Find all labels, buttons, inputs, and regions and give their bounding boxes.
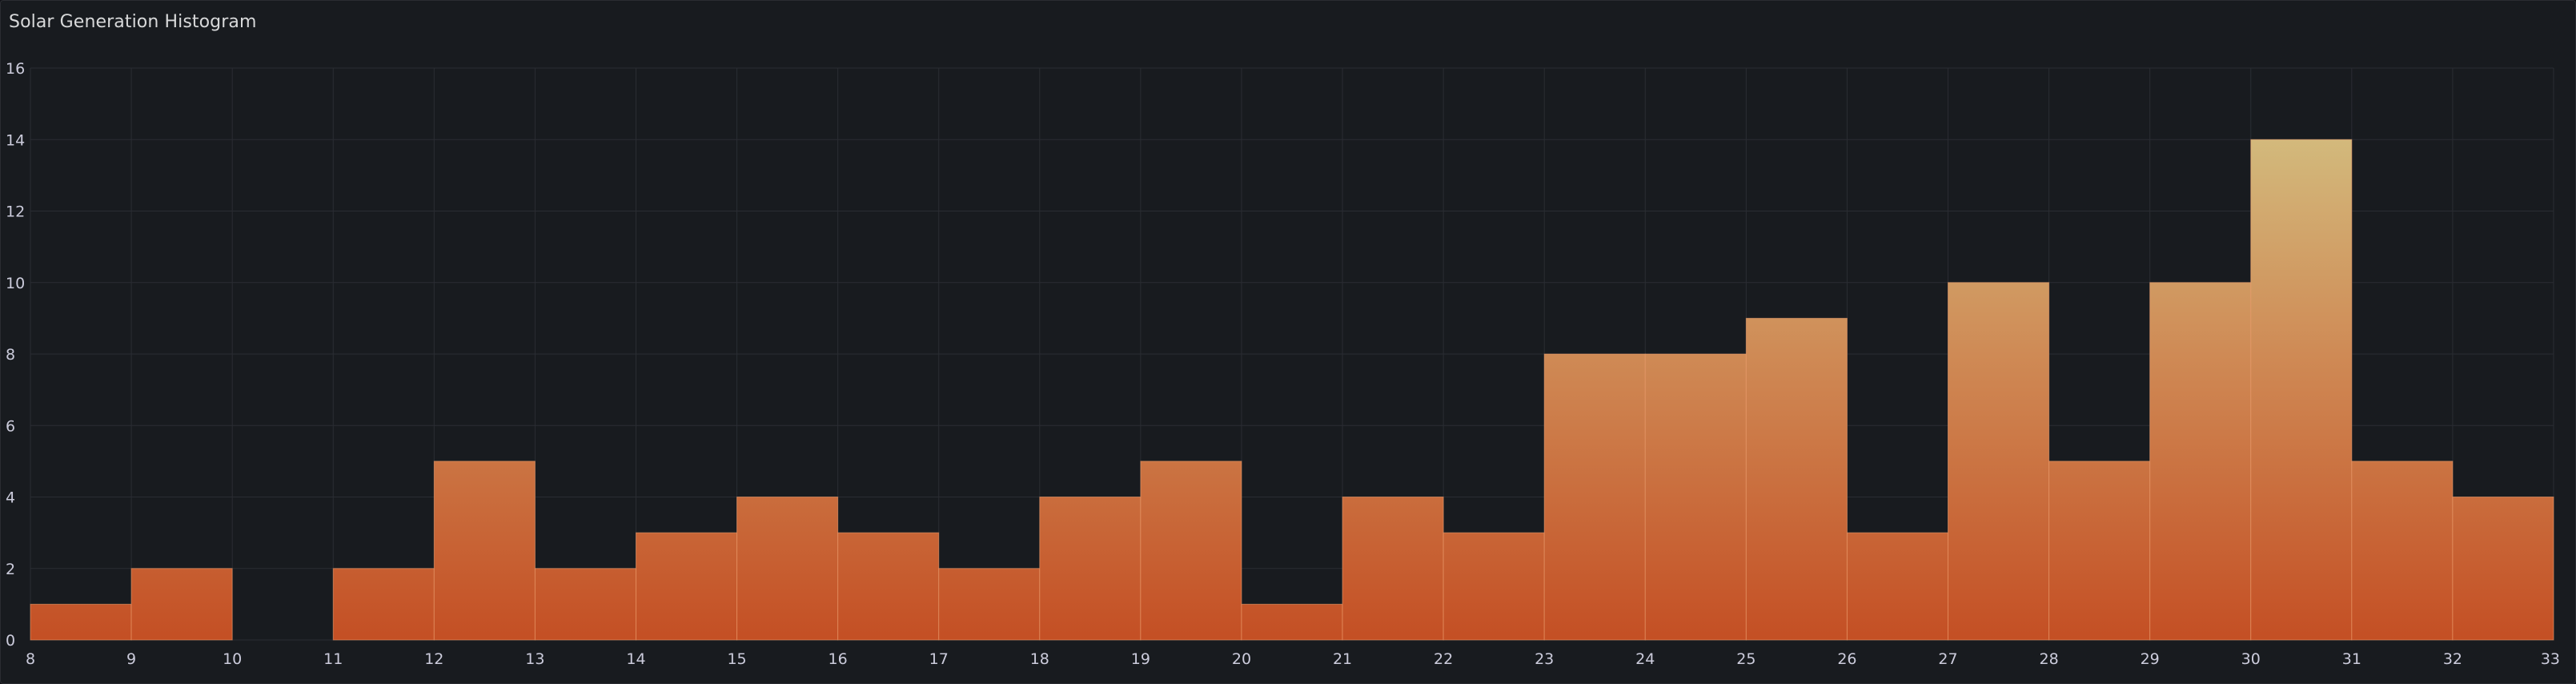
- y-tick-label: 4: [6, 489, 15, 507]
- x-tick-label: 15: [727, 650, 746, 668]
- histogram-bar[interactable]: [1846, 532, 1949, 641]
- y-tick-label: 10: [6, 275, 25, 292]
- x-tick-label: 30: [2241, 650, 2261, 668]
- histogram-bar[interactable]: [1745, 317, 1848, 641]
- histogram-bar[interactable]: [1948, 282, 2050, 641]
- y-tick-label: 16: [6, 60, 25, 78]
- y-tick-label: 2: [6, 561, 15, 578]
- histogram-bar[interactable]: [938, 568, 1041, 641]
- x-axis-labels: 8 9 10 11 12 13 14 15 16 17 18 19 20 21 22 23 24 25 26 27 28…: [26, 650, 2560, 668]
- x-tick-label: 17: [929, 650, 949, 668]
- histogram-chart: 0246810121416 8 9 10 11 12 13 14 15 16 17 18 19 20 21…: [6, 60, 2560, 668]
- y-tick-label: 12: [6, 203, 25, 221]
- x-tick-label: 33: [2541, 650, 2560, 668]
- histogram-bar[interactable]: [635, 532, 738, 641]
- x-tick-label: 28: [2040, 650, 2059, 668]
- x-tick-label: 29: [2141, 650, 2160, 668]
- histogram-bar[interactable]: [1644, 353, 1747, 641]
- y-axis-labels: 0 2 4 6 8 10 12 14 16: [6, 60, 25, 650]
- histogram-bar[interactable]: [2149, 282, 2252, 641]
- x-tick-label: 22: [1434, 650, 1453, 668]
- x-tick-label: 10: [223, 650, 242, 668]
- histogram-bar[interactable]: [1140, 461, 1242, 641]
- histogram-bar[interactable]: [332, 568, 435, 641]
- histogram-bar[interactable]: [1543, 353, 1646, 641]
- chart-panel: Solar Generation Histogram 0 2 4 6 8 10 12 14 16…: [0, 0, 2576, 684]
- x-tick-label: 16: [829, 650, 848, 668]
- histogram-bar[interactable]: [1039, 497, 1142, 641]
- histogram-bar[interactable]: [433, 461, 536, 641]
- histogram-bar[interactable]: [2048, 461, 2151, 641]
- histogram-bars: [30, 139, 2554, 641]
- histogram-bar[interactable]: [736, 497, 839, 641]
- x-tick-label: 21: [1333, 650, 1352, 668]
- y-tick-label: 6: [6, 417, 15, 435]
- histogram-bar[interactable]: [1442, 532, 1545, 641]
- x-tick-label: 19: [1131, 650, 1150, 668]
- histogram-bar[interactable]: [1342, 497, 1444, 641]
- x-tick-label: 14: [626, 650, 645, 668]
- x-tick-label: 23: [1535, 650, 1554, 668]
- x-tick-label: 13: [525, 650, 544, 668]
- histogram-bar[interactable]: [534, 568, 636, 641]
- histogram-bar[interactable]: [2250, 139, 2353, 641]
- x-tick-label: 11: [323, 650, 343, 668]
- histogram-bar[interactable]: [2351, 461, 2454, 641]
- x-tick-label: 18: [1030, 650, 1049, 668]
- x-tick-label: 27: [1938, 650, 1957, 668]
- histogram-bar[interactable]: [837, 532, 940, 641]
- x-tick-label: 24: [1635, 650, 1655, 668]
- x-tick-label: 12: [424, 650, 443, 668]
- y-tick-label: 0: [6, 632, 15, 650]
- x-tick-label: 26: [1837, 650, 1856, 668]
- x-tick-label: 20: [1232, 650, 1251, 668]
- histogram-bar[interactable]: [130, 568, 233, 641]
- y-tick-label: 14: [6, 131, 25, 149]
- x-tick-label: 32: [2443, 650, 2462, 668]
- histogram-bar[interactable]: [30, 603, 132, 641]
- x-tick-label: 8: [26, 650, 35, 668]
- histogram-bar[interactable]: [1241, 603, 1343, 641]
- x-tick-label: 31: [2342, 650, 2361, 668]
- x-tick-label: 25: [1736, 650, 1755, 668]
- histogram-bar[interactable]: [2452, 497, 2554, 641]
- x-tick-label: 9: [126, 650, 136, 668]
- y-tick-label: 8: [6, 346, 15, 364]
